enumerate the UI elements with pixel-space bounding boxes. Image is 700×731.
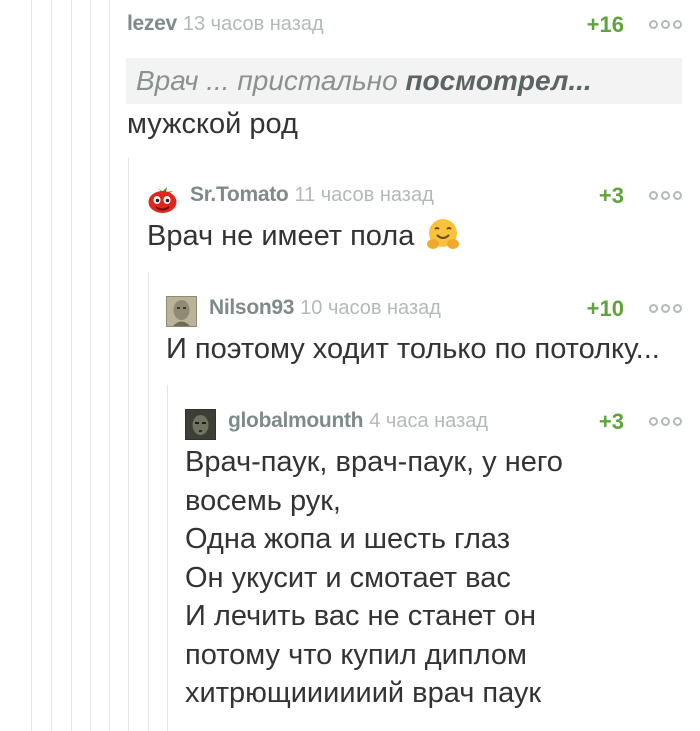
comment-rating: +10 [586, 296, 624, 321]
thread-line [51, 0, 52, 731]
thread-line [148, 272, 149, 731]
poem-line: восемь рук, [185, 484, 341, 517]
comment-rating: +3 [598, 183, 624, 208]
more-options-icon[interactable] [649, 191, 682, 200]
poem-line: хитрющиииииий врач паук [185, 677, 542, 709]
statue-avatar[interactable] [166, 296, 197, 327]
more-options-icon[interactable] [649, 20, 682, 29]
comment-rating: +3 [598, 409, 624, 434]
comment-header: Nilson93 10 часов назад +10 [166, 296, 682, 327]
comment-text: мужской род [127, 108, 298, 140]
poem-line: Он укусит и смотает вас [185, 561, 511, 594]
comment: Nilson93 10 часов назад +10 И поэтому ход… [166, 296, 682, 369]
comment-header: globalmounth 4 часа назад +3 [185, 409, 682, 440]
author-name[interactable]: Sr.Tomato 11 часов назад [190, 183, 434, 207]
poem-line: потому что купил диплом [185, 638, 527, 671]
thread-line [71, 0, 72, 731]
dark-face-avatar[interactable] [185, 409, 216, 440]
thread-line [128, 158, 129, 731]
more-options-icon[interactable] [649, 304, 682, 313]
thread-line [31, 0, 32, 731]
thread-line [90, 0, 91, 731]
comment: Sr.Tomato 11 часов назад +3 Врач не имеет… [147, 183, 682, 256]
poem-line: Врач-паук, врач-паук, у него [185, 446, 563, 478]
comment-rating: +16 [586, 12, 624, 37]
comment-time[interactable]: 11 часов назад [294, 184, 433, 206]
comment-text: И поэтому ходит только по потолку... [166, 333, 660, 365]
comment-text: Врач-паук, врач-паук, у него восемь рук,… [185, 443, 682, 713]
comment-header: Sr.Tomato 11 часов назад +3 [147, 183, 682, 213]
author-name[interactable]: lezev 13 часов назад [127, 12, 324, 36]
thread-line [167, 385, 168, 731]
author-name[interactable]: Nilson93 10 часов назад [209, 296, 441, 320]
quote-block: Врач ... пристально посмотрел... [126, 58, 682, 104]
comment-text: Врач не имеет пола [147, 217, 682, 256]
comment-time[interactable]: 13 часов назад [183, 13, 324, 35]
comment-time[interactable]: 10 часов назад [300, 297, 441, 319]
comment: lezev 13 часов назад +16 Врач ... пристал… [126, 12, 682, 144]
poem-line: И лечить вас не станет он [185, 600, 536, 632]
tomato-avatar[interactable] [147, 183, 178, 214]
comment-time[interactable]: 4 часа назад [369, 410, 488, 432]
hugging-face-emoji-icon [426, 217, 460, 251]
author-name[interactable]: globalmounth 4 часа назад [228, 409, 488, 433]
more-options-icon[interactable] [649, 417, 682, 426]
quote-bold-text: посмотрел... [405, 65, 592, 96]
comment: globalmounth 4 часа назад +3 Врач-паук, в… [185, 409, 682, 713]
quote-text: Врач ... пристально [136, 65, 406, 96]
comment-header: lezev 13 часов назад +16 [127, 12, 682, 42]
poem-line: Одна жопа и шесть глаз [185, 523, 511, 555]
thread-line [109, 0, 110, 731]
